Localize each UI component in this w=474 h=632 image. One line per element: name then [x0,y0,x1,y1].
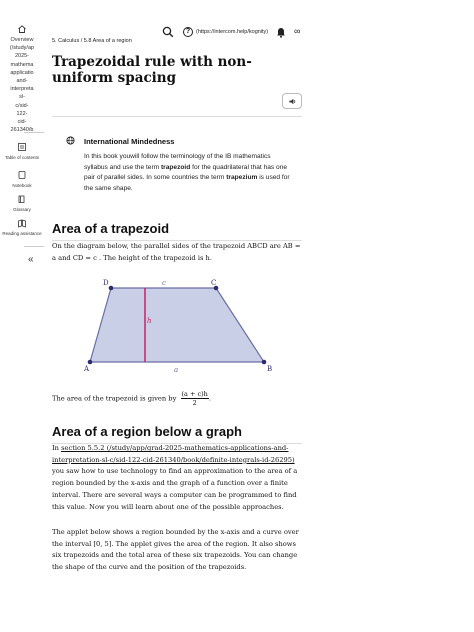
sidebar-divider [24,132,44,133]
sidebar-item-notebook[interactable]: Notebook [0,170,44,189]
paragraph-text: you saw how to use technology to find an… [52,467,298,511]
callout-title: International Mindedness [84,137,175,146]
sidebar-item-table-of-contents[interactable]: Table of contents [0,142,44,161]
area-end: . [208,394,211,403]
title-divider [52,116,302,117]
glossary-icon [18,195,25,203]
callout-term: trapezoid [160,163,191,171]
sidebar-item-label: Reading assistance [2,231,42,236]
page-title: Trapezoidal rule with non-uniform spacin… [52,54,252,86]
notebook-icon [18,171,26,179]
section-heading-area-below-graph: Area of a region below a graph [52,424,242,439]
fraction-numerator: (a + c)h [180,390,209,399]
infinity-icon[interactable]: ∞ [294,26,300,36]
sidebar-item-overview[interactable]: Overview (/study/ap 2025- mathema applic… [0,24,44,134]
area-fraction: (a + c)h 2 [180,390,209,407]
section2-paragraph-1: In section 5.5.2 (/study/app/grad-2025-m… [52,443,304,513]
section-heading-area-of-trapezoid: Area of a trapezoid [52,221,170,236]
notifications-bell-icon[interactable] [276,26,286,38]
vertex-label-d: D [103,279,109,287]
side-label-a: a [174,366,178,374]
side-label-c: c [162,279,166,287]
area-text: The area of the trapezoid is given by [52,394,177,403]
globe-icon [66,136,75,145]
callout-body: In this book youwill follow the terminol… [84,152,294,194]
sidebar-item-label: Table of contents [4,155,40,160]
sidebar-item-label: Glossary [13,207,31,212]
paragraph-text: In [52,444,62,452]
vertex-label-c: C [211,279,216,287]
section-5-5-2-link[interactable]: section 5.5.2 (/study/app/grad-2025-math… [52,444,295,464]
sidebar-item-label: Notebook [12,183,32,188]
read-aloud-button[interactable] [282,93,302,109]
vertex-label-b: B [267,365,272,373]
home-icon [18,25,26,33]
breadcrumb[interactable]: 5. Calculus / 5.8 Area of a region [52,38,132,44]
trapezoid-area-formula: The area of the trapezoid is given by (a… [52,390,304,407]
fraction-denominator: 2 [192,399,197,407]
sidebar-item-reading-assistance[interactable]: Reading assistance [0,218,44,237]
reading-assistance-icon [18,219,26,228]
sidebar-overview-label: Overview (/study/ap 2025- mathema applic… [9,37,35,134]
height-label-h: h [147,317,152,325]
callout-term: trapezium [226,174,258,181]
trapezoid-diagram: A B C D c a h [83,279,272,374]
sidebar-item-glossary[interactable]: Glossary [0,194,44,213]
vertex-point-d [108,285,114,291]
left-sidebar: Overview (/study/ap 2025- mathema applic… [0,0,44,632]
vertex-point-b [261,359,267,365]
vertex-label-a: A [83,365,90,373]
search-icon[interactable] [162,26,174,38]
section2-paragraph-2: The applet below shows a region bounded … [52,528,299,572]
trapezoid-shape [89,287,266,363]
sidebar-divider [24,246,44,247]
speaker-icon [288,98,295,105]
trapezoid-description: On the diagram below, the parallel sides… [52,242,301,262]
help-link[interactable]: (https://intercom.help/kognity) [196,29,268,35]
table-of-contents-icon [18,143,26,151]
collapse-sidebar-icon[interactable]: « [28,254,34,265]
vertex-point-a [87,359,93,365]
help-icon[interactable]: ? [183,27,193,37]
